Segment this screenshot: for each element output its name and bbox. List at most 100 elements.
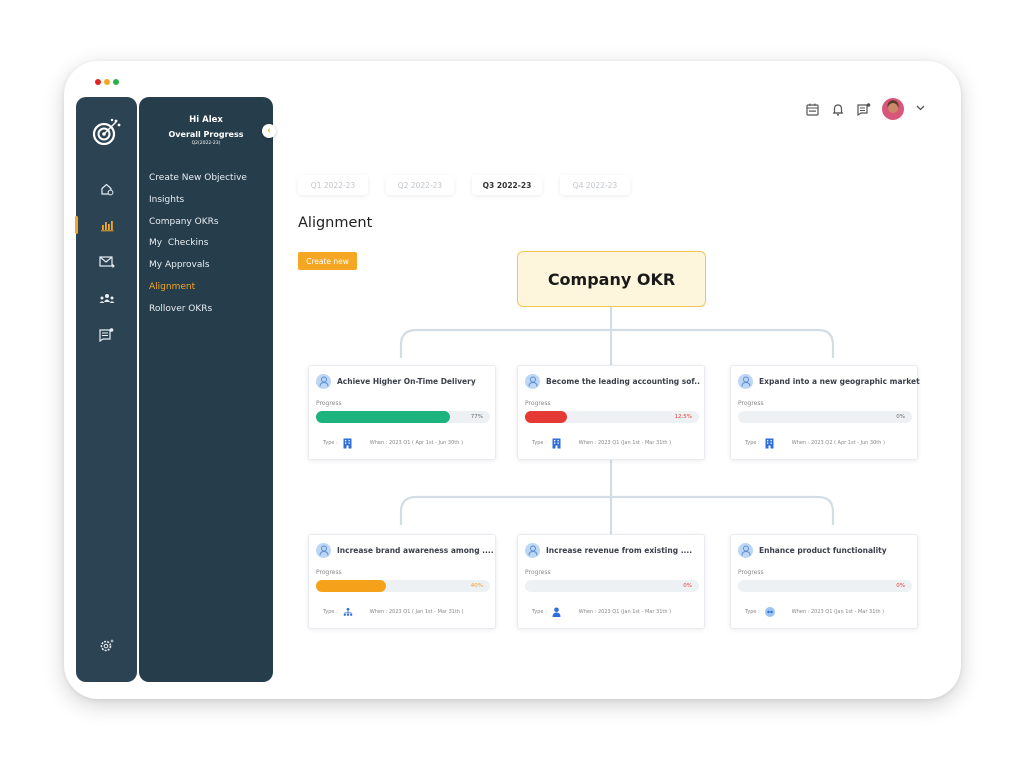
top-bar [804, 98, 925, 120]
menu-item-my-approvals[interactable]: My Approvals [149, 258, 247, 280]
type-label: Type : [745, 609, 760, 615]
window-maximize-button[interactable] [113, 79, 119, 85]
objective-card[interactable]: Achieve Higher On-Time Delivery Progress… [308, 365, 496, 460]
objective-card[interactable]: Enhance product functionality Progress 0… [730, 534, 918, 629]
objective-when: When : 2023 Q1 ( Apr 1st - Jun 30th ) [369, 440, 463, 446]
type-label: Type : [323, 440, 338, 446]
team-type-icon [343, 607, 353, 617]
menu-item-company-okrs[interactable]: Company OKRs [149, 215, 247, 237]
progress-percent: 12.5% [674, 413, 692, 420]
progress-period: Q2(2022-23) [191, 141, 221, 146]
bell-icon[interactable] [830, 101, 846, 117]
tab-q1[interactable]: Q1 2022-23 [298, 175, 368, 195]
progress-label: Progress [738, 569, 764, 576]
progress-percent: 0% [896, 413, 905, 420]
card-footer: Type : When : 2023 Q1 (Jan 1st - Mar 31t… [745, 607, 884, 617]
card-footer: Type : When : 2023 Q1 ( Jan 1st - Mar 31… [323, 607, 464, 617]
progress-bar: 0% [738, 411, 912, 423]
bar-chart-icon[interactable] [76, 215, 137, 235]
create-new-button[interactable]: Create new [298, 252, 357, 270]
objective-when: When : 2023 Q1 ( Jan 1st - Mar 31th ) [369, 609, 464, 615]
company-okr-node[interactable]: Company OKR [517, 251, 706, 307]
card-footer: Type : When : 2023 Q1 (Jan 1st - Mar 31t… [532, 438, 671, 448]
card-header: Increase brand awareness among .... [316, 543, 494, 558]
card-footer: Type : When : 2023 Q1 (Jan 1st - Mar 31t… [532, 607, 671, 617]
progress-fill [316, 411, 450, 423]
group-badge-type-icon [764, 607, 775, 617]
quarter-tabs: Q1 2022-23 Q2 2022-23 Q3 2022-23 Q4 2022… [298, 175, 630, 195]
progress-bar: 12.5% [525, 411, 699, 423]
progress-bar: 77% [316, 411, 490, 423]
objective-title[interactable]: Increase brand awareness among .... [337, 546, 494, 555]
overall-progress-label: Overall Progress [168, 130, 244, 139]
building-type-icon [552, 438, 562, 448]
person-type-icon [552, 607, 562, 617]
menu-item-alignment[interactable]: Alignment [149, 280, 247, 302]
tab-q2[interactable]: Q2 2022-23 [386, 175, 454, 195]
progress-label: Progress [738, 400, 764, 407]
objective-when: When : 2023 Q1 (Jan 1st - Mar 31th ) [791, 609, 885, 615]
progress-label: Progress [525, 569, 551, 576]
objective-when: When : 2023 Q1 (Jan 1st - Mar 31th ) [578, 609, 672, 615]
card-header: Achieve Higher On-Time Delivery [316, 374, 476, 389]
progress-bar: 40% [316, 580, 490, 592]
type-label: Type : [745, 440, 760, 446]
progress-bar: 0% [738, 580, 912, 592]
message-notification-icon[interactable] [76, 325, 137, 345]
page-title: Alignment [298, 215, 373, 231]
menu-item-insights[interactable]: Insights [149, 193, 247, 215]
card-header: Enhance product functionality [738, 543, 887, 558]
tab-q4[interactable]: Q4 2022-23 [560, 175, 630, 195]
owner-avatar-icon [525, 543, 540, 558]
progress-percent: 0% [683, 582, 692, 589]
objective-card[interactable]: Increase revenue from existing .... Prog… [517, 534, 705, 629]
settings-gear-icon[interactable] [76, 635, 137, 655]
progress-fill [316, 580, 386, 592]
progress-label: Progress [525, 400, 551, 407]
progress-percent: 77% [470, 413, 483, 420]
progress-percent: 0% [896, 582, 905, 589]
collapse-panel-button[interactable]: ‹ [262, 124, 276, 138]
type-label: Type : [532, 609, 547, 615]
objective-title[interactable]: Become the leading accounting sof.. [546, 377, 700, 386]
side-panel: Hi Alex Overall Progress Q2(2022-23) Cre… [139, 97, 273, 682]
mail-forward-icon[interactable] [76, 252, 137, 272]
user-avatar[interactable] [882, 98, 904, 120]
menu-item-create-new-objective[interactable]: Create New Objective [149, 171, 247, 193]
icon-rail [75, 97, 137, 682]
owner-avatar-icon [525, 374, 540, 389]
tab-q3[interactable]: Q3 2022-23 [472, 175, 542, 195]
card-header: Increase revenue from existing .... [525, 543, 692, 558]
menu-item-my-checkins[interactable]: My Checkins [149, 236, 247, 258]
progress-label: Progress [316, 400, 342, 407]
type-label: Type : [323, 609, 338, 615]
card-header: Become the leading accounting sof.. [525, 374, 700, 389]
menu-item-rollover-okrs[interactable]: Rollover OKRs [149, 302, 247, 324]
progress-fill [525, 411, 567, 423]
progress-label: Progress [316, 569, 342, 576]
team-icon[interactable] [76, 288, 137, 308]
objective-card[interactable]: Become the leading accounting sof.. Prog… [517, 365, 705, 460]
objective-title[interactable]: Enhance product functionality [759, 546, 887, 555]
calendar-icon[interactable] [804, 101, 820, 117]
logo-target-icon[interactable] [76, 117, 137, 147]
progress-percent: 40% [470, 582, 483, 589]
objective-when: When : 2023 Q1 (Jan 1st - Mar 31th ) [578, 440, 672, 446]
building-type-icon [765, 438, 775, 448]
side-menu: Create New Objective Insights Company OK… [149, 171, 247, 324]
objective-card[interactable]: Expand into a new geographic market Prog… [730, 365, 920, 460]
objective-title[interactable]: Achieve Higher On-Time Delivery [337, 377, 476, 386]
home-settings-icon[interactable] [76, 179, 137, 199]
objective-card[interactable]: Increase brand awareness among .... Prog… [308, 534, 496, 629]
card-header: Expand into a new geographic market [738, 374, 920, 389]
card-footer: Type : When : 2023 Q1 ( Apr 1st - Jun 30… [323, 438, 463, 448]
owner-avatar-icon [316, 374, 331, 389]
messages-icon[interactable] [856, 101, 872, 117]
profile-dropdown-chevron-icon[interactable] [916, 104, 925, 114]
greeting: Hi Alex [189, 115, 223, 125]
objective-when: When : 2023 Q2 ( Apr 1st - Jun 30th ) [791, 440, 885, 446]
objective-title[interactable]: Expand into a new geographic market [759, 377, 920, 386]
window-minimize-button[interactable] [104, 79, 110, 85]
objective-title[interactable]: Increase revenue from existing .... [546, 546, 692, 555]
window-close-button[interactable] [95, 79, 101, 85]
